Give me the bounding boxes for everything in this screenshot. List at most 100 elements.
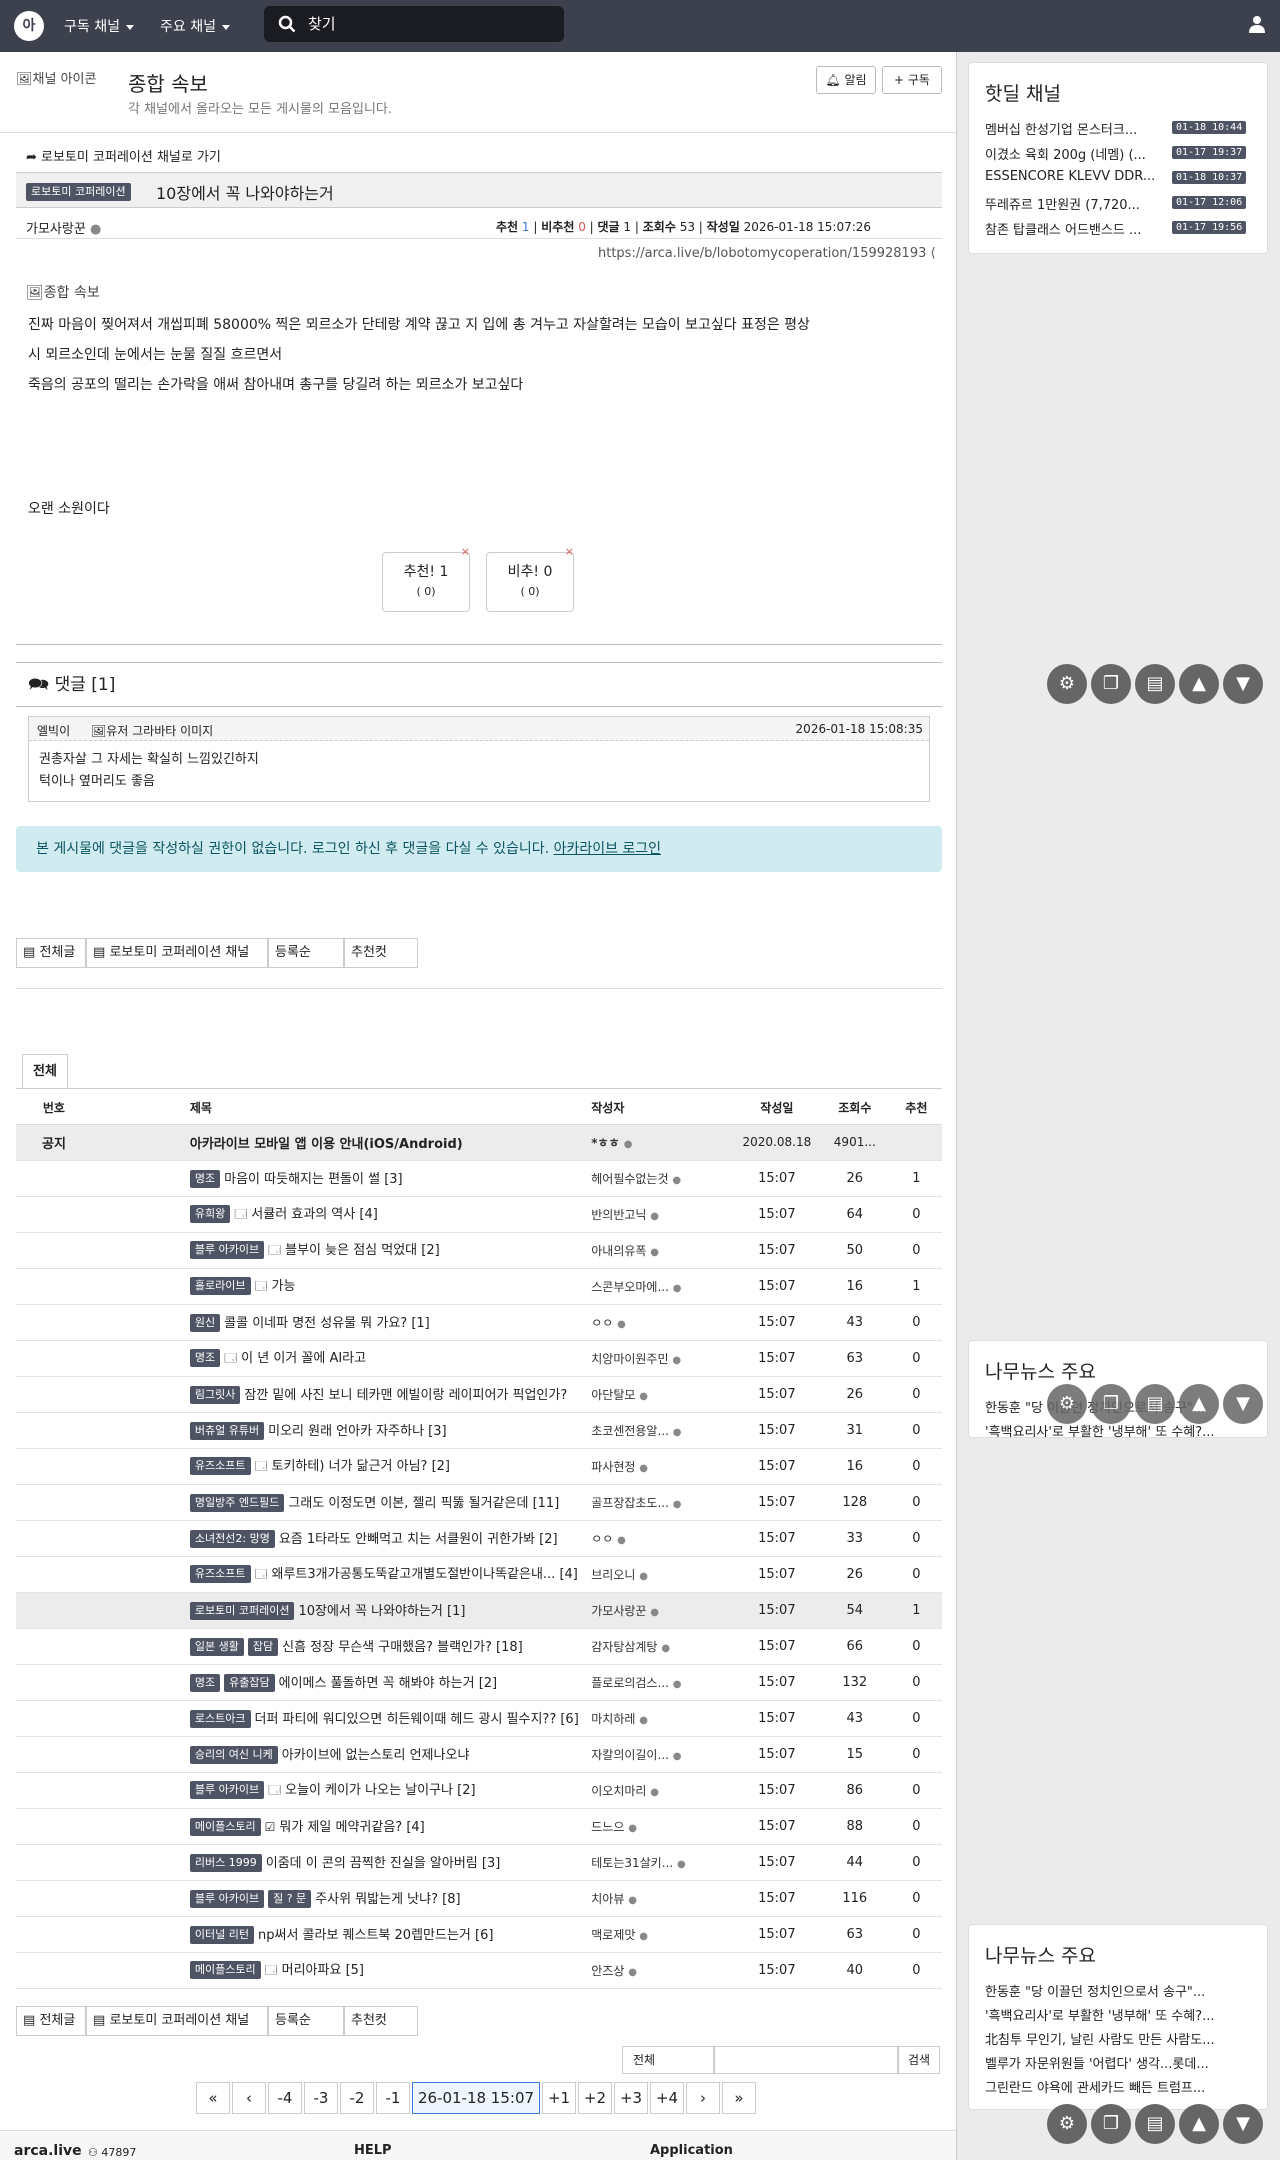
comment-author[interactable]: 엘빅이 xyxy=(37,722,70,739)
order-tab-bottom[interactable]: 등록순 xyxy=(268,2006,344,2036)
table-row[interactable]: 승리의 여신 니케 아카이브에 없는스토리 언제나오냐 자칼의이길이... ● 1… xyxy=(16,1736,942,1773)
row-title-cell[interactable]: 승리의 여신 니케 아카이브에 없는스토리 언제나오냐 xyxy=(91,1736,592,1773)
row-author[interactable]: 헤어필수없는것 ● xyxy=(591,1160,735,1197)
scroll-up-fab[interactable]: ▲ xyxy=(1179,1384,1219,1424)
order-tab[interactable]: 등록순 xyxy=(268,938,344,968)
category-badge[interactable]: 블루 아카이브 xyxy=(189,1890,265,1909)
hotdeal-item[interactable]: 멤버십 한성기업 몬스터크... 01-18 10:44 xyxy=(985,119,1257,139)
row-title-cell[interactable]: 명조 마음이 따듯해지는 편돌이 썰 [3] xyxy=(91,1160,592,1197)
board-search-input[interactable] xyxy=(714,2046,898,2074)
footer-brand[interactable]: arca.live xyxy=(14,2143,82,2159)
main-channels-dropdown[interactable]: 주요 채널 xyxy=(160,16,230,36)
row-title-cell[interactable]: 홀로라이브 🗔 가능 xyxy=(91,1268,592,1305)
subscribe-button[interactable]: + 구독 xyxy=(882,66,942,94)
scroll-down-fab[interactable]: ▼ xyxy=(1223,1384,1263,1424)
row-title[interactable]: 왜루트3개가공통도뚝같고개별도절반이나똑같은내... xyxy=(272,1567,556,1582)
news-item[interactable]: '흑백요리사'로 부활한 '냉부해' 또 수혜?... xyxy=(985,1421,1257,1437)
row-title-cell[interactable]: 명조 🗔 이 년 이거 꼴에 AI라고 xyxy=(91,1340,592,1377)
page-button[interactable]: -3 xyxy=(304,2082,338,2114)
user-icon[interactable] xyxy=(1248,15,1266,33)
table-row[interactable]: 림그릿사 잠깐 밑에 사진 보니 테카맨 에빌이랑 레이피어가 픽업인가? 아단탈… xyxy=(16,1376,942,1413)
channels-fab[interactable]: ❐ xyxy=(1091,1384,1131,1424)
category-badge[interactable]: 홀로라이브 xyxy=(189,1277,251,1295)
row-author[interactable]: 아내의유폭 ● xyxy=(591,1232,735,1269)
notice-title[interactable]: 아카라이브 모바일 앱 이용 안내(iOS/Android) xyxy=(91,1124,592,1161)
table-row[interactable]: 홀로라이브 🗔 가능 스콘부오마에... ● 15:07 16 1 xyxy=(16,1268,942,1305)
table-row[interactable]: 일본 생활 잡담 신흠 정장 무슨색 구매했음? 블랙인가? [18] 감자탕삼계탕… xyxy=(16,1628,942,1665)
board-search-button[interactable]: 검색 xyxy=(898,2046,940,2074)
table-row[interactable]: 이터널 리턴 np써서 콜라보 퀘스트북 20렙만드는거 [6] 맥로제맛 ● 1… xyxy=(16,1916,942,1953)
category-badge[interactable]: 메이플스토리 xyxy=(189,1961,261,1979)
table-row[interactable]: 버츄얼 유튜버 미오리 원래 언아카 자주하나 [3] 초코센전용알... ● 1… xyxy=(16,1412,942,1449)
page-button[interactable]: » xyxy=(722,2082,756,2114)
row-title-cell[interactable]: 버츄얼 유튜버 미오리 원래 언아카 자주하나 [3] xyxy=(91,1412,592,1449)
category-badge[interactable]: 메이플스토리 xyxy=(189,1818,261,1837)
table-row[interactable]: 명조 🗔 이 년 이거 꼴에 AI라고 치앙마이원주민 ● 15:07 63 0 xyxy=(16,1340,942,1377)
category-badge[interactable]: 유즈소프트 xyxy=(189,1457,251,1475)
news-item[interactable]: 벨루가 자문위원들 '어렵다' 생각...롯데... xyxy=(985,2053,1257,2072)
row-title[interactable]: 블부이 늦은 점심 먹었대 xyxy=(285,1243,417,1258)
category-badge[interactable]: 원신 xyxy=(189,1314,221,1333)
row-title-cell[interactable]: 림그릿사 잠깐 밑에 사진 보니 테카맨 에빌이랑 레이피어가 픽업인가? xyxy=(91,1376,592,1413)
share-icon[interactable]: ⟨ xyxy=(931,246,936,261)
settings-fab[interactable]: ⚙ xyxy=(1047,2104,1087,2144)
row-title[interactable]: 미오리 원래 언아카 자주하나 xyxy=(268,1424,424,1439)
row-title[interactable]: np써서 콜라보 퀘스트북 20렙만드는거 xyxy=(258,1928,471,1943)
row-title-cell[interactable]: 로스트아크 더퍼 파티에 워디있으면 히든웨이때 헤드 광시 필수지?? [6] xyxy=(91,1700,592,1737)
category-badge[interactable]: 잡담 xyxy=(247,1638,279,1657)
list-fab[interactable]: ▤ xyxy=(1135,664,1175,704)
category-badge[interactable]: 버츄얼 유튜버 xyxy=(189,1422,265,1441)
category-badge[interactable]: 명조 xyxy=(189,1170,221,1189)
row-title-cell[interactable]: 유즈소프트 🗔 왜루트3개가공통도뚝같고개별도절반이나똑같은내... [4] xyxy=(91,1556,592,1593)
row-title-cell[interactable]: 명조 유출잡담 에이메스 풀돌하면 꼭 해봐야 하는거 [2] xyxy=(91,1664,592,1701)
table-row[interactable]: 원신 콜콜 이네파 명전 성유물 뭐 가요? [1] ㅇㅇ ● 15:07 43 … xyxy=(16,1304,942,1341)
category-badge[interactable]: 유출잡담 xyxy=(224,1674,275,1693)
row-title-cell[interactable]: 유희왕 🗔 서큘러 효과의 역사 [4] xyxy=(91,1196,592,1233)
article-author[interactable]: 가모사랑꾼 ● xyxy=(26,218,101,237)
news-item[interactable]: 그린란드 야욕에 관세카드 빼든 트럼프... xyxy=(985,2077,1257,2096)
category-badge[interactable]: 이터널 리턴 xyxy=(189,1926,254,1945)
subscribed-channels-dropdown[interactable]: 구독 채널 xyxy=(64,16,134,36)
category-badge[interactable]: 명일방주 엔드필드 xyxy=(189,1494,285,1513)
channels-fab[interactable]: ❐ xyxy=(1091,664,1131,704)
row-title[interactable]: 마음이 따듯해지는 편돌이 썰 xyxy=(224,1172,380,1187)
row-author[interactable]: ㅇㅇ ● xyxy=(591,1520,735,1557)
table-row[interactable]: 블루 아카이브 🗔 블부이 늦은 점심 먹었대 [2] 아내의유폭 ● 15:07 … xyxy=(16,1232,942,1269)
page-button[interactable]: -1 xyxy=(376,2082,410,2114)
row-author[interactable]: 마치하레 ● xyxy=(591,1700,735,1737)
row-title-cell[interactable]: 유즈소프트 🗔 토키하테) 너가 닮근거 아님? [2] xyxy=(91,1448,592,1485)
row-author[interactable]: 골프장잡초도... ● xyxy=(591,1484,735,1521)
row-author[interactable]: 아단탈모 ● xyxy=(591,1376,735,1413)
best-tab[interactable]: 추천컷 xyxy=(344,938,418,968)
row-title[interactable]: 서큘러 효과의 역사 xyxy=(251,1207,355,1222)
row-title[interactable]: 더퍼 파티에 워디있으면 히든웨이때 헤드 광시 필수지?? xyxy=(255,1712,557,1727)
category-badge[interactable]: 림그릿사 xyxy=(189,1386,241,1405)
row-title[interactable]: 뭐가 제일 메약귀같음? xyxy=(279,1820,402,1835)
arca-logo[interactable]: 아 xyxy=(14,11,44,41)
category-badge[interactable]: 명조 xyxy=(189,1674,221,1693)
article-url[interactable]: https://arca.live/b/lobotomycoperation/1… xyxy=(598,246,936,261)
table-row[interactable]: 명조 마음이 따듯해지는 편돌이 썰 [3] 헤어필수없는것 ● 15:07 26… xyxy=(16,1160,942,1197)
table-row[interactable]: 소녀전선2: 망명 요즘 1타라도 안빼먹고 치는 서클원이 귀한가봐 [2] ㅇ… xyxy=(16,1520,942,1557)
all-posts-tab[interactable]: ▤ 전체글 xyxy=(16,938,86,968)
table-row[interactable]: 블루 아카이브 🗔 오늘이 케이가 나오는 날이구나 [2] 이오치마리 ● 15:… xyxy=(16,1772,942,1809)
row-title-cell[interactable]: 리버스 1999 이줌데 이 콘의 끔찍한 진실을 알아버림 [3] xyxy=(91,1844,592,1881)
category-badge[interactable]: 질 ? 문 xyxy=(268,1890,312,1909)
row-author[interactable]: 치앙마이원주민 ● xyxy=(591,1340,735,1377)
category-badge[interactable]: 명조 xyxy=(189,1349,221,1367)
category-badge[interactable]: 유희왕 xyxy=(189,1205,231,1223)
row-author[interactable]: ㅇㅇ ● xyxy=(591,1304,735,1341)
row-title-cell[interactable]: 블루 아카이브 🗔 블부이 늦은 점심 먹었대 [2] xyxy=(91,1232,592,1269)
row-title-cell[interactable]: 로보토미 코퍼레이션 10장에서 꼭 나와야하는거 [1] xyxy=(91,1592,592,1629)
row-author[interactable]: 플로로의검스... ● xyxy=(591,1664,735,1701)
row-author[interactable]: 초코센전용알... ● xyxy=(591,1412,735,1449)
row-title[interactable]: 오늘이 케이가 나오는 날이구나 xyxy=(285,1783,453,1798)
table-row[interactable]: 메이플스토리 ☑ 뭐가 제일 메약귀같음? [4] 드느으 ● 15:07 88 0 xyxy=(16,1808,942,1845)
channel-tab-bottom[interactable]: ▤ 로보토미 코퍼레이션 채널 xyxy=(86,2006,268,2036)
row-title-cell[interactable]: 이터널 리턴 np써서 콜라보 퀘스트북 20렙만드는거 [6] xyxy=(91,1916,592,1953)
news-item[interactable]: 한동훈 "당 이끌던 정치인으로서 송구"... xyxy=(985,1981,1257,2000)
table-row[interactable]: 블루 아카이브 질 ? 문 주사위 뭐밟는게 낫냐? [8] 치아뷰 ● 15:07… xyxy=(16,1880,942,1917)
row-title-cell[interactable]: 메이플스토리 🗔 머리아파요 [5] xyxy=(91,1952,592,1989)
row-title-cell[interactable]: 명일방주 엔드필드 그래도 이정도면 이본, 젤리 픽뚫 될거같은데 [11] xyxy=(91,1484,592,1521)
news-item[interactable]: 北침투 무인기, 날린 사람도 만든 사람도... xyxy=(985,2029,1257,2048)
